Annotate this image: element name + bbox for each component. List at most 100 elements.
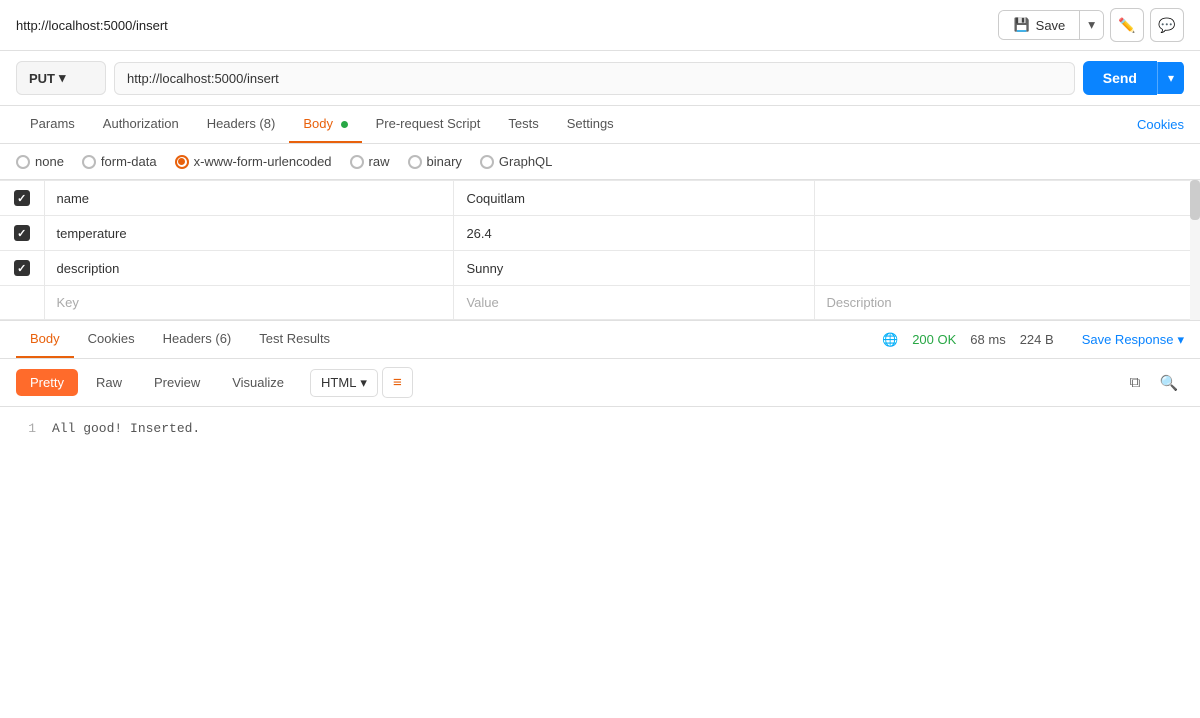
row3-checkbox-cell[interactable]: ✓ [0,251,44,286]
placeholder-value[interactable]: Value [454,286,814,320]
view-tab-preview[interactable]: Preview [140,369,214,396]
resp-tab-test-results[interactable]: Test Results [245,321,344,358]
tab-params[interactable]: Params [16,106,89,143]
search-icon: 🔍 [1160,374,1179,392]
row1-checkbox[interactable]: ✓ [14,190,30,206]
method-label: PUT [29,71,55,86]
row2-checkbox-cell[interactable]: ✓ [0,216,44,251]
top-bar-url: http://localhost:5000/insert [16,18,998,33]
copy-button[interactable]: ⧉ [1120,368,1150,398]
response-size: 224 B [1020,332,1054,347]
method-chevron-icon: ▾ [59,70,66,86]
row3-check-icon: ✓ [17,262,26,275]
save-button-group: 💾 Save ▾ [998,10,1104,40]
response-tabs: Body Cookies Headers (6) Test Results 🌐 … [0,321,1200,359]
tab-tests[interactable]: Tests [494,106,552,143]
response-time: 68 ms [970,332,1005,347]
placeholder-description[interactable]: Description [814,286,1200,320]
radio-raw-circle [350,155,364,169]
row3-checkbox[interactable]: ✓ [14,260,30,276]
radio-raw[interactable]: raw [350,154,390,169]
tab-settings[interactable]: Settings [553,106,628,143]
params-table: ✓ name Coquitlam ✓ temperature [0,180,1200,320]
wrap-icon: ≡ [393,374,402,391]
search-button[interactable]: 🔍 [1154,368,1184,398]
params-table-wrapper: ✓ name Coquitlam ✓ temperature [0,180,1200,321]
save-chevron-button[interactable]: ▾ [1079,11,1103,39]
tab-authorization[interactable]: Authorization [89,106,193,143]
save-response-label: Save Response [1082,332,1174,347]
line-number-1: 1 [16,421,36,513]
top-bar-actions: 💾 Save ▾ ✏️ 💬 [998,8,1184,42]
request-tabs: Params Authorization Headers (8) Body Pr… [0,106,1200,144]
radio-x-www-circle [175,155,189,169]
send-button[interactable]: Send [1083,61,1157,95]
wrap-button[interactable]: ≡ [382,367,413,398]
row3-value[interactable]: Sunny [454,251,814,286]
response-line-1-text: All good! Inserted. [52,421,200,513]
cookies-link[interactable]: Cookies [1137,107,1184,142]
method-select[interactable]: PUT ▾ [16,61,106,95]
view-tab-pretty[interactable]: Pretty [16,369,78,396]
scrollbar[interactable] [1190,180,1200,320]
save-button[interactable]: 💾 Save [999,11,1079,39]
radio-x-www[interactable]: x-www-form-urlencoded [175,154,332,169]
tab-body[interactable]: Body [289,106,361,143]
row1-value[interactable]: Coquitlam [454,181,814,216]
save-response-button[interactable]: Save Response ▾ [1068,322,1184,358]
tab-headers[interactable]: Headers (8) [193,106,290,143]
resp-tab-cookies[interactable]: Cookies [74,321,149,358]
copy-icon: ⧉ [1130,374,1141,391]
radio-none[interactable]: none [16,154,64,169]
radio-binary-label: binary [427,154,462,169]
row2-checkbox[interactable]: ✓ [14,225,30,241]
row2-key[interactable]: temperature [44,216,454,251]
radio-form-data-circle [82,155,96,169]
comment-icon: 💬 [1158,17,1175,34]
row3-key[interactable]: description [44,251,454,286]
row2-description [814,216,1200,251]
save-response-chevron-icon: ▾ [1177,332,1184,348]
table-row: ✓ temperature 26.4 [0,216,1200,251]
format-chevron-icon: ▾ [360,375,367,391]
row1-key[interactable]: name [44,181,454,216]
resp-tab-headers[interactable]: Headers (6) [149,321,246,358]
send-chevron-icon: ▾ [1168,71,1174,85]
radio-form-data[interactable]: form-data [82,154,157,169]
row1-checkbox-cell[interactable]: ✓ [0,181,44,216]
view-tab-raw[interactable]: Raw [82,369,136,396]
row1-description [814,181,1200,216]
resp-tab-body[interactable]: Body [16,321,74,358]
view-tabs-row: Pretty Raw Preview Visualize HTML ▾ ≡ ⧉ … [0,359,1200,407]
format-select[interactable]: HTML ▾ [310,369,378,397]
row2-value[interactable]: 26.4 [454,216,814,251]
tab-pre-request[interactable]: Pre-request Script [362,106,495,143]
comment-button[interactable]: 💬 [1150,8,1184,42]
view-tab-visualize[interactable]: Visualize [218,369,298,396]
radio-x-www-label: x-www-form-urlencoded [194,154,332,169]
radio-graphql[interactable]: GraphQL [480,154,552,169]
status-badge: 200 OK [912,332,956,347]
row2-check-icon: ✓ [17,227,26,240]
placeholder-checkbox-cell [0,286,44,320]
top-bar: http://localhost:5000/insert 💾 Save ▾ ✏️… [0,0,1200,51]
request-line: PUT ▾ Send ▾ [0,51,1200,106]
save-label: Save [1036,18,1066,33]
radio-binary-circle [408,155,422,169]
status-info: 🌐 200 OK 68 ms 224 B Save Response ▾ [882,322,1184,358]
body-type-row: none form-data x-www-form-urlencoded raw… [0,144,1200,180]
radio-graphql-label: GraphQL [499,154,552,169]
edit-button[interactable]: ✏️ [1110,8,1144,42]
radio-form-data-label: form-data [101,154,157,169]
send-button-group: Send ▾ [1083,61,1184,95]
radio-none-circle [16,155,30,169]
save-icon: 💾 [1013,17,1029,33]
radio-raw-label: raw [369,154,390,169]
scrollbar-thumb[interactable] [1190,180,1200,220]
url-input[interactable] [114,62,1075,95]
tab-body-dot [341,121,348,128]
pencil-icon: ✏️ [1118,17,1135,34]
radio-binary[interactable]: binary [408,154,462,169]
placeholder-key[interactable]: Key [44,286,454,320]
send-chevron-button[interactable]: ▾ [1157,62,1184,94]
